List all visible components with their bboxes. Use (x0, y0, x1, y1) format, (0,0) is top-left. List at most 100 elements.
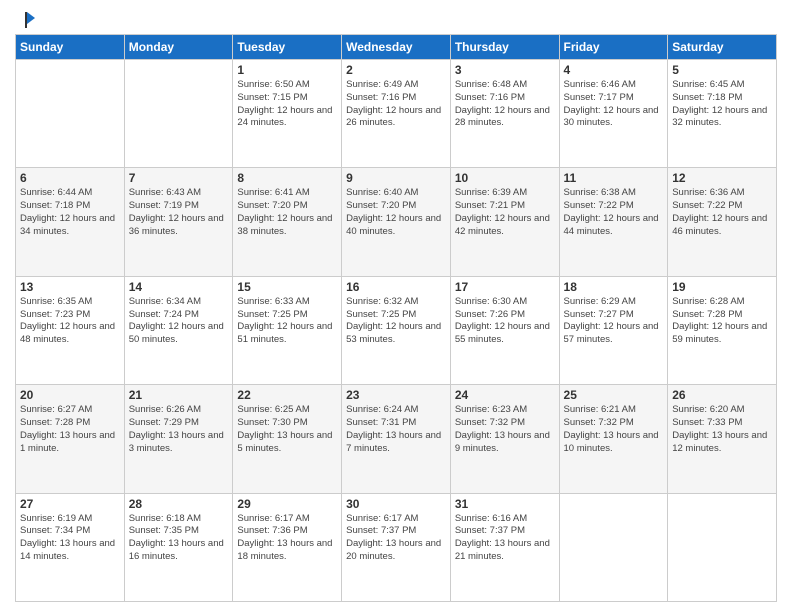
weekday-header-saturday: Saturday (668, 35, 777, 60)
week-row-2: 6 Sunrise: 6:44 AMSunset: 7:18 PMDaylight… (16, 168, 777, 276)
weekday-header-sunday: Sunday (16, 35, 125, 60)
day-number: 5 (672, 63, 772, 77)
calendar-cell-3-3: 15Sunrise: 6:33 AMSunset: 7:25 PMDayligh… (233, 276, 342, 384)
calendar-cell-3-1: 13Sunrise: 6:35 AMSunset: 7:23 PMDayligh… (16, 276, 125, 384)
day-info: Sunrise: 6:17 AMSunset: 7:36 PMDaylight:… (237, 513, 337, 564)
calendar-cell-4-3: 22Sunrise: 6:25 AMSunset: 7:30 PMDayligh… (233, 385, 342, 493)
calendar-cell-2-6: 11 Sunrise: 6:38 AMSunset: 7:22 PMDayligh… (559, 168, 668, 276)
calendar-cell-1-6: 4Sunrise: 6:46 AMSunset: 7:17 PMDaylight… (559, 60, 668, 168)
day-number: 9 (346, 171, 446, 185)
day-number: 2 (346, 63, 446, 77)
day-info: Sunrise: 6:27 AMSunset: 7:28 PMDaylight:… (20, 404, 120, 455)
day-number: 14 (129, 280, 229, 294)
day-info: Sunrise: 6:19 AMSunset: 7:34 PMDaylight:… (20, 513, 120, 564)
day-number: 23 (346, 388, 446, 402)
weekday-header-friday: Friday (559, 35, 668, 60)
day-info: Sunrise: 6:49 AMSunset: 7:16 PMDaylight:… (346, 79, 446, 130)
weekday-header-wednesday: Wednesday (342, 35, 451, 60)
page: SundayMondayTuesdayWednesdayThursdayFrid… (0, 0, 792, 612)
day-info: Sunrise: 6:30 AMSunset: 7:26 PMDaylight:… (455, 296, 555, 347)
day-info: Sunrise: 6:34 AMSunset: 7:24 PMDaylight:… (129, 296, 229, 347)
day-info: Sunrise: 6:17 AMSunset: 7:37 PMDaylight:… (346, 513, 446, 564)
day-info: Sunrise: 6:32 AMSunset: 7:25 PMDaylight:… (346, 296, 446, 347)
calendar-cell-1-3: 1 Sunrise: 6:50 AMSunset: 7:15 PMDaylight… (233, 60, 342, 168)
day-number: 11 (564, 171, 664, 185)
day-number: 31 (455, 497, 555, 511)
day-number: 27 (20, 497, 120, 511)
weekday-header-thursday: Thursday (450, 35, 559, 60)
calendar-cell-4-1: 20 Sunrise: 6:27 AMSunset: 7:28 PMDayligh… (16, 385, 125, 493)
day-number: 21 (129, 388, 229, 402)
day-number: 17 (455, 280, 555, 294)
calendar-cell-4-2: 21 Sunrise: 6:26 AMSunset: 7:29 PMDayligh… (124, 385, 233, 493)
calendar-cell-3-4: 16Sunrise: 6:32 AMSunset: 7:25 PMDayligh… (342, 276, 451, 384)
day-info: Sunrise: 6:16 AMSunset: 7:37 PMDaylight:… (455, 513, 555, 564)
day-number: 1 (237, 63, 337, 77)
day-number: 28 (129, 497, 229, 511)
day-info: Sunrise: 6:24 AMSunset: 7:31 PMDaylight:… (346, 404, 446, 455)
day-info: Sunrise: 6:26 AMSunset: 7:29 PMDaylight:… (129, 404, 229, 455)
calendar-cell-2-4: 9 Sunrise: 6:40 AMSunset: 7:20 PMDaylight… (342, 168, 451, 276)
day-number: 19 (672, 280, 772, 294)
calendar-cell-1-2 (124, 60, 233, 168)
day-info: Sunrise: 6:38 AMSunset: 7:22 PMDaylight:… (564, 187, 664, 238)
day-number: 29 (237, 497, 337, 511)
weekday-header-tuesday: Tuesday (233, 35, 342, 60)
day-info: Sunrise: 6:48 AMSunset: 7:16 PMDaylight:… (455, 79, 555, 130)
day-info: Sunrise: 6:21 AMSunset: 7:32 PMDaylight:… (564, 404, 664, 455)
day-info: Sunrise: 6:45 AMSunset: 7:18 PMDaylight:… (672, 79, 772, 130)
day-number: 6 (20, 171, 120, 185)
calendar-cell-2-2: 7 Sunrise: 6:43 AMSunset: 7:19 PMDaylight… (124, 168, 233, 276)
day-number: 20 (20, 388, 120, 402)
calendar-cell-5-5: 31 Sunrise: 6:16 AMSunset: 7:37 PMDayligh… (450, 493, 559, 601)
calendar-cell-4-6: 25 Sunrise: 6:21 AMSunset: 7:32 PMDayligh… (559, 385, 668, 493)
day-info: Sunrise: 6:20 AMSunset: 7:33 PMDaylight:… (672, 404, 772, 455)
calendar-cell-1-7: 5 Sunrise: 6:45 AMSunset: 7:18 PMDaylight… (668, 60, 777, 168)
calendar-cell-5-4: 30 Sunrise: 6:17 AMSunset: 7:37 PMDayligh… (342, 493, 451, 601)
calendar-table: SundayMondayTuesdayWednesdayThursdayFrid… (15, 34, 777, 602)
calendar-cell-2-3: 8Sunrise: 6:41 AMSunset: 7:20 PMDaylight… (233, 168, 342, 276)
logo (15, 10, 37, 26)
day-number: 30 (346, 497, 446, 511)
day-number: 10 (455, 171, 555, 185)
logo-flag-icon (17, 10, 37, 30)
calendar-cell-3-6: 18 Sunrise: 6:29 AMSunset: 7:27 PMDayligh… (559, 276, 668, 384)
day-info: Sunrise: 6:29 AMSunset: 7:27 PMDaylight:… (564, 296, 664, 347)
day-number: 22 (237, 388, 337, 402)
weekday-header-monday: Monday (124, 35, 233, 60)
day-info: Sunrise: 6:44 AMSunset: 7:18 PMDaylight:… (20, 187, 120, 238)
calendar-cell-2-7: 12 Sunrise: 6:36 AMSunset: 7:22 PMDayligh… (668, 168, 777, 276)
calendar-cell-1-1 (16, 60, 125, 168)
day-number: 18 (564, 280, 664, 294)
day-number: 7 (129, 171, 229, 185)
week-row-4: 20 Sunrise: 6:27 AMSunset: 7:28 PMDayligh… (16, 385, 777, 493)
day-number: 3 (455, 63, 555, 77)
day-info: Sunrise: 6:43 AMSunset: 7:19 PMDaylight:… (129, 187, 229, 238)
calendar-cell-3-7: 19 Sunrise: 6:28 AMSunset: 7:28 PMDayligh… (668, 276, 777, 384)
week-row-5: 27 Sunrise: 6:19 AMSunset: 7:34 PMDayligh… (16, 493, 777, 601)
day-info: Sunrise: 6:39 AMSunset: 7:21 PMDaylight:… (455, 187, 555, 238)
day-info: Sunrise: 6:33 AMSunset: 7:25 PMDaylight:… (237, 296, 337, 347)
day-info: Sunrise: 6:36 AMSunset: 7:22 PMDaylight:… (672, 187, 772, 238)
day-number: 24 (455, 388, 555, 402)
day-info: Sunrise: 6:23 AMSunset: 7:32 PMDaylight:… (455, 404, 555, 455)
calendar-cell-5-3: 29 Sunrise: 6:17 AMSunset: 7:36 PMDayligh… (233, 493, 342, 601)
day-number: 26 (672, 388, 772, 402)
calendar-cell-5-2: 28Sunrise: 6:18 AMSunset: 7:35 PMDayligh… (124, 493, 233, 601)
calendar-cell-1-4: 2 Sunrise: 6:49 AMSunset: 7:16 PMDaylight… (342, 60, 451, 168)
day-number: 12 (672, 171, 772, 185)
calendar-cell-5-7 (668, 493, 777, 601)
day-info: Sunrise: 6:40 AMSunset: 7:20 PMDaylight:… (346, 187, 446, 238)
calendar-cell-2-1: 6 Sunrise: 6:44 AMSunset: 7:18 PMDaylight… (16, 168, 125, 276)
calendar-cell-1-5: 3 Sunrise: 6:48 AMSunset: 7:16 PMDaylight… (450, 60, 559, 168)
day-info: Sunrise: 6:50 AMSunset: 7:15 PMDaylight:… (237, 79, 337, 130)
day-info: Sunrise: 6:41 AMSunset: 7:20 PMDaylight:… (237, 187, 337, 238)
calendar-cell-3-2: 14 Sunrise: 6:34 AMSunset: 7:24 PMDayligh… (124, 276, 233, 384)
week-row-3: 13Sunrise: 6:35 AMSunset: 7:23 PMDayligh… (16, 276, 777, 384)
day-number: 25 (564, 388, 664, 402)
day-info: Sunrise: 6:28 AMSunset: 7:28 PMDaylight:… (672, 296, 772, 347)
day-info: Sunrise: 6:46 AMSunset: 7:17 PMDaylight:… (564, 79, 664, 130)
calendar-cell-4-5: 24 Sunrise: 6:23 AMSunset: 7:32 PMDayligh… (450, 385, 559, 493)
header (15, 10, 777, 26)
calendar-cell-5-6 (559, 493, 668, 601)
